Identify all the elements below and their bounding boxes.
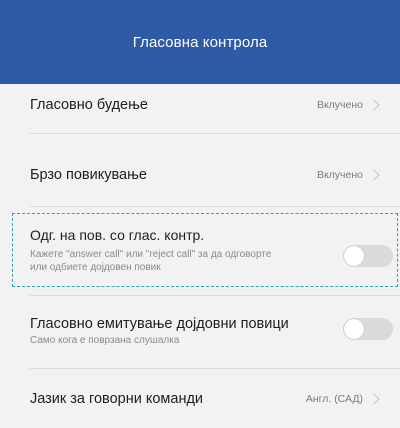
setting-voice-answer-calls[interactable]: Одг. на пов. со глас. контр. Кажете "ans… — [0, 207, 400, 293]
chevron-right-icon — [368, 99, 380, 111]
chevron-right-icon — [368, 393, 380, 405]
voice-announce-toggle[interactable] — [343, 318, 393, 340]
setting-value: Вклучено — [316, 169, 363, 181]
setting-command-language[interactable]: Јазик за говорни команди Англ. (САД) — [0, 369, 400, 428]
setting-value: Англ. (САД) — [305, 393, 363, 405]
voice-answer-toggle[interactable] — [343, 245, 393, 267]
app-bar: Гласовна контрола — [0, 0, 400, 84]
setting-subtitle: Кажете "answer call" или "reject call" з… — [30, 249, 272, 260]
page-title: Гласовна контрола — [132, 33, 268, 51]
setting-subtitle: или одбиете дојдовен повик — [30, 262, 161, 273]
setting-title: Гласовно емитување дојдовни повици — [30, 316, 289, 332]
setting-title: Јазик за говорни команди — [30, 391, 204, 407]
toggle-knob — [344, 246, 364, 266]
setting-title: Гласовно будење — [30, 97, 148, 113]
chevron-right-icon — [368, 169, 380, 181]
setting-title: Одг. на пов. со глас. контр. — [30, 227, 205, 243]
setting-voice-announce-calls[interactable]: Гласовно емитување дојдовни повици Само … — [0, 296, 400, 368]
setting-voice-wakeup[interactable]: Гласовно будење Вклучено — [0, 84, 400, 144]
setting-subtitle: Само кога е поврзана слушалка — [30, 335, 180, 346]
toggle-knob — [344, 319, 364, 339]
setting-quick-calling[interactable]: Брзо повикување Вклучено — [0, 145, 400, 205]
setting-value: Вклучено — [316, 99, 363, 111]
divider — [30, 133, 400, 134]
setting-title: Брзо повикување — [30, 167, 147, 183]
